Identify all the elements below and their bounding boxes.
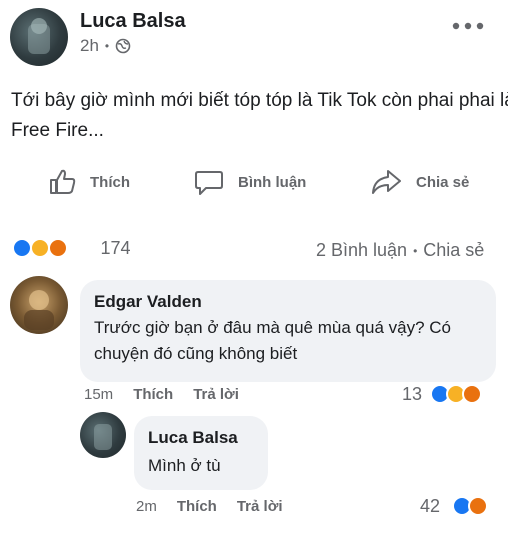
comments-count[interactable]: 2 Bình luận bbox=[316, 240, 407, 261]
reply-bubble: Luca Balsa Mình ở tù bbox=[134, 416, 268, 490]
post-text-line-1: Tới bây giờ mình mới biết tóp tóp là Tik… bbox=[11, 90, 508, 111]
shares-count[interactable]: Chia sẻ bbox=[423, 240, 484, 261]
post-author-name[interactable]: Luca Balsa bbox=[80, 10, 186, 33]
reply-reaction-count: 42 bbox=[420, 496, 441, 516]
comment-bubble: Edgar Valden Trước giờ bạn ở đâu mà quê … bbox=[80, 280, 496, 382]
speech-bubble-icon bbox=[195, 171, 223, 195]
angry-reaction-icon bbox=[462, 384, 482, 404]
reply-author-avatar[interactable] bbox=[80, 412, 126, 458]
post-time[interactable]: 2h bbox=[80, 36, 99, 56]
avatar-image bbox=[24, 290, 54, 330]
reply-text: Mình ở tù bbox=[148, 456, 221, 475]
haha-reaction-icon bbox=[30, 238, 50, 258]
commenter-avatar[interactable] bbox=[10, 276, 68, 334]
share-button[interactable]: Chia sẻ bbox=[370, 166, 469, 198]
reply-time[interactable]: 2m bbox=[136, 498, 157, 515]
like-reaction-icon bbox=[12, 238, 32, 258]
author-avatar[interactable] bbox=[10, 8, 68, 66]
stats-separator: • bbox=[413, 243, 418, 258]
thumbs-up-icon bbox=[50, 169, 76, 194]
comment-text-line-1: Trước giờ bạn ở đâu mà quê mùa quá vậy? … bbox=[94, 318, 451, 337]
like-button-label: Thích bbox=[90, 173, 130, 191]
comment-author-name[interactable]: Edgar Valden bbox=[94, 292, 202, 312]
comment-reactions[interactable]: 13 bbox=[402, 382, 502, 406]
comment-like-link[interactable]: Thích bbox=[133, 386, 173, 403]
reaction-count: 174 bbox=[100, 237, 131, 258]
post-meta: 2h • bbox=[80, 36, 131, 56]
reply-reply-link[interactable]: Trả lời bbox=[237, 498, 283, 515]
reply-footer: 2m Thích Trả lời bbox=[136, 498, 283, 515]
globe-icon bbox=[115, 38, 131, 54]
post-reactions-summary[interactable]: 174 bbox=[12, 236, 162, 260]
post-stats-right: 2 Bình luận • Chia sẻ bbox=[316, 240, 484, 261]
reply-like-link[interactable]: Thích bbox=[177, 498, 217, 515]
comment-button-label: Bình luận bbox=[238, 173, 307, 191]
comment-reaction-count: 13 bbox=[402, 384, 423, 404]
like-button[interactable]: Thích bbox=[48, 166, 130, 198]
post-text-line-2: Free Fire... bbox=[11, 120, 104, 141]
reply-author-name[interactable]: Luca Balsa bbox=[148, 428, 238, 448]
more-options-icon[interactable] bbox=[450, 18, 490, 30]
share-arrow-icon bbox=[372, 170, 401, 194]
avatar-image bbox=[28, 18, 50, 54]
angry-reaction-icon bbox=[468, 496, 488, 516]
meta-dot: • bbox=[104, 39, 110, 53]
comment-button[interactable]: Bình luận bbox=[194, 166, 306, 198]
share-button-label: Chia sẻ bbox=[416, 173, 470, 191]
angry-reaction-icon bbox=[48, 238, 68, 258]
comment-time[interactable]: 15m bbox=[84, 386, 113, 403]
comment-reply-link[interactable]: Trả lời bbox=[193, 386, 239, 403]
reply-reactions[interactable]: 42 bbox=[420, 494, 500, 518]
comment-text-line-2: chuyện đó cũng không biết bbox=[94, 344, 298, 363]
comment-footer: 15m Thích Trả lời bbox=[84, 386, 239, 403]
avatar-image bbox=[94, 424, 112, 450]
